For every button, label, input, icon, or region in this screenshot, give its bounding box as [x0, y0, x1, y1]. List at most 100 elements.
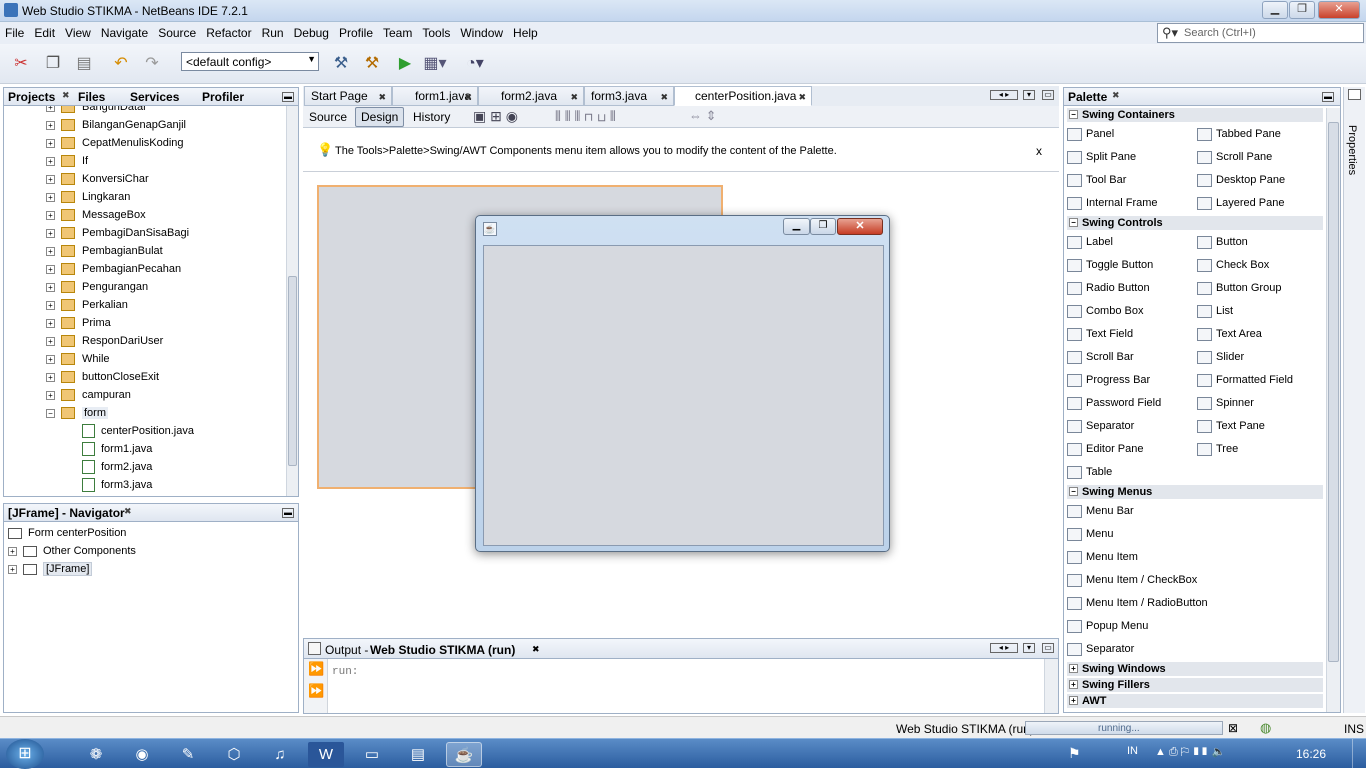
expand-icon[interactable]: +	[46, 300, 55, 310]
tab-profiler[interactable]: Profiler	[202, 90, 244, 104]
palette-item[interactable]: Menu	[1067, 526, 1114, 542]
menu-edit[interactable]: Edit	[29, 22, 60, 44]
tree-package[interactable]: + ResponDariUser	[46, 332, 163, 350]
menu-debug[interactable]: Debug	[289, 22, 334, 44]
palette-category[interactable]: − Swing Menus	[1067, 485, 1323, 499]
tip-close-button[interactable]: x	[1036, 144, 1042, 158]
palette-item[interactable]: Check Box	[1197, 257, 1269, 273]
tree-package[interactable]: + CepatMenulisKoding	[46, 134, 184, 152]
palette-item[interactable]: Split Pane	[1067, 149, 1136, 165]
maximize-output-icon[interactable]: ▭	[1042, 643, 1054, 653]
menu-file[interactable]: File	[0, 22, 29, 44]
collapse-icon[interactable]: −	[1069, 487, 1078, 496]
palette-item[interactable]: Menu Item / RadioButton	[1067, 595, 1208, 611]
tree-package[interactable]: + BangunDatar	[46, 106, 147, 116]
expand-icon[interactable]: +	[46, 120, 55, 130]
expand-icon[interactable]: +	[46, 228, 55, 238]
expand-icon[interactable]: +	[46, 318, 55, 328]
collapse-icon[interactable]: −	[1069, 110, 1078, 119]
tree-package[interactable]: + If	[46, 152, 88, 170]
tree-file[interactable]: form3.java	[82, 476, 152, 494]
navigator-other-components[interactable]: + Other Components	[8, 542, 136, 560]
tree-package[interactable]: + PembagianBulat	[46, 242, 163, 260]
expand-icon[interactable]: +	[46, 210, 55, 220]
minimize-panel-icon[interactable]: ▬	[282, 508, 294, 518]
maximize-editor-icon[interactable]: ▭	[1042, 90, 1054, 100]
notepad-icon[interactable]: ▤	[400, 742, 436, 767]
undo-icon[interactable]: ↶	[108, 52, 134, 76]
palette-item[interactable]: Scroll Pane	[1197, 149, 1272, 165]
clean-build-icon[interactable]: ⚒	[359, 52, 385, 76]
expand-icon[interactable]: +	[46, 372, 55, 382]
search-input[interactable]: ⚲▾ Search (Ctrl+I)	[1157, 23, 1364, 43]
tree-file[interactable]: form1.java	[82, 440, 152, 458]
align-tools-icon[interactable]: ⫴ ⫴ ⫴ ⊓ ⊔ ⫴	[555, 108, 616, 125]
tree-file[interactable]: form2.java	[82, 458, 152, 476]
debug-icon[interactable]: ▦▾	[422, 52, 448, 76]
close-icon[interactable]: ✖	[570, 88, 578, 106]
taskbar-app-icon[interactable]: ❁	[78, 742, 114, 767]
collapse-icon[interactable]: −	[1069, 218, 1078, 227]
menu-tools[interactable]: Tools	[417, 22, 455, 44]
resize-tools-icon[interactable]: ⇔ ⇕	[689, 108, 717, 124]
expand-icon[interactable]: +	[46, 192, 55, 202]
palette-item[interactable]: Radio Button	[1067, 280, 1150, 296]
jframe-maximize-button[interactable]: ❐	[810, 218, 836, 235]
show-desktop-button[interactable]	[1352, 739, 1366, 769]
tray-flag-icon[interactable]: ⚑	[1068, 745, 1081, 762]
palette-item[interactable]: Table	[1067, 464, 1112, 480]
expand-icon[interactable]: +	[46, 390, 55, 400]
palette-item[interactable]: Layered Pane	[1197, 195, 1285, 211]
menu-refactor[interactable]: Refactor	[201, 22, 256, 44]
taskbar-tool-icon[interactable]: ✎	[170, 742, 206, 767]
expand-icon[interactable]: +	[1069, 680, 1078, 689]
cancel-progress-icon[interactable]: ⊠	[1228, 721, 1238, 735]
palette-category[interactable]: − Swing Containers	[1067, 108, 1323, 122]
output-scrollbar[interactable]	[1044, 659, 1058, 713]
language-indicator[interactable]: IN	[1127, 745, 1138, 757]
menu-run[interactable]: Run	[257, 22, 289, 44]
tree-package[interactable]: + campuran	[46, 386, 131, 404]
tab-list-icon[interactable]: ▾	[1023, 643, 1035, 653]
jframe-close-button[interactable]: ✕	[837, 218, 883, 235]
selection-mode-icon[interactable]: ▣ ⊞ ◉	[473, 108, 518, 125]
close-icon[interactable]: ✖	[124, 506, 132, 517]
close-icon[interactable]: ✖	[464, 88, 472, 106]
palette-item[interactable]: Formatted Field	[1197, 372, 1293, 388]
palette-item[interactable]: Tree	[1197, 441, 1238, 457]
profile-icon[interactable]: ◔▾	[462, 52, 488, 76]
palette-item[interactable]: Desktop Pane	[1197, 172, 1285, 188]
expand-icon[interactable]: +	[1069, 696, 1078, 705]
tree-package[interactable]: + buttonCloseExit	[46, 368, 159, 386]
expand-icon[interactable]: +	[46, 354, 55, 364]
firefox-icon[interactable]: ◉	[124, 742, 160, 767]
copy-icon[interactable]: ❐	[40, 52, 66, 76]
palette-item[interactable]: Menu Item	[1067, 549, 1138, 565]
tree-file[interactable]: centerPosition.java	[82, 422, 194, 440]
tree-package[interactable]: + While	[46, 350, 110, 368]
tab-form2[interactable]: form2.java ✖	[478, 86, 584, 106]
palette-item[interactable]: Text Field	[1067, 326, 1133, 342]
expand-icon[interactable]: +	[46, 246, 55, 256]
tab-form1[interactable]: form1.java ✖	[392, 86, 478, 106]
menu-view[interactable]: View	[60, 22, 96, 44]
menu-team[interactable]: Team	[378, 22, 417, 44]
tab-properties[interactable]: Properties	[1346, 125, 1358, 175]
close-icon[interactable]: ✖	[378, 88, 386, 106]
running-jframe-window[interactable]: ☕ ▁ ❐ ✕	[475, 215, 890, 552]
palette-item[interactable]: Tabbed Pane	[1197, 126, 1281, 142]
palette-category[interactable]: + AWT	[1067, 694, 1323, 708]
tree-package[interactable]: + MessageBox	[46, 206, 146, 224]
collapse-icon[interactable]: −	[46, 408, 55, 418]
taskbar-media-icon[interactable]: ♫	[262, 742, 298, 767]
menu-window[interactable]: Window	[455, 22, 508, 44]
palette-item[interactable]: Button Group	[1197, 280, 1281, 296]
tab-list-icon[interactable]: ▾	[1023, 90, 1035, 100]
tree-package[interactable]: + BilanganGenapGanjil	[46, 116, 186, 134]
expand-icon[interactable]: +	[46, 174, 55, 184]
palette-item[interactable]: Combo Box	[1067, 303, 1143, 319]
minimize-panel-icon[interactable]: ▬	[1322, 92, 1334, 102]
palette-item[interactable]: Label	[1067, 234, 1113, 250]
palette-item[interactable]: Toggle Button	[1067, 257, 1153, 273]
close-icon[interactable]: ✖	[532, 644, 540, 655]
